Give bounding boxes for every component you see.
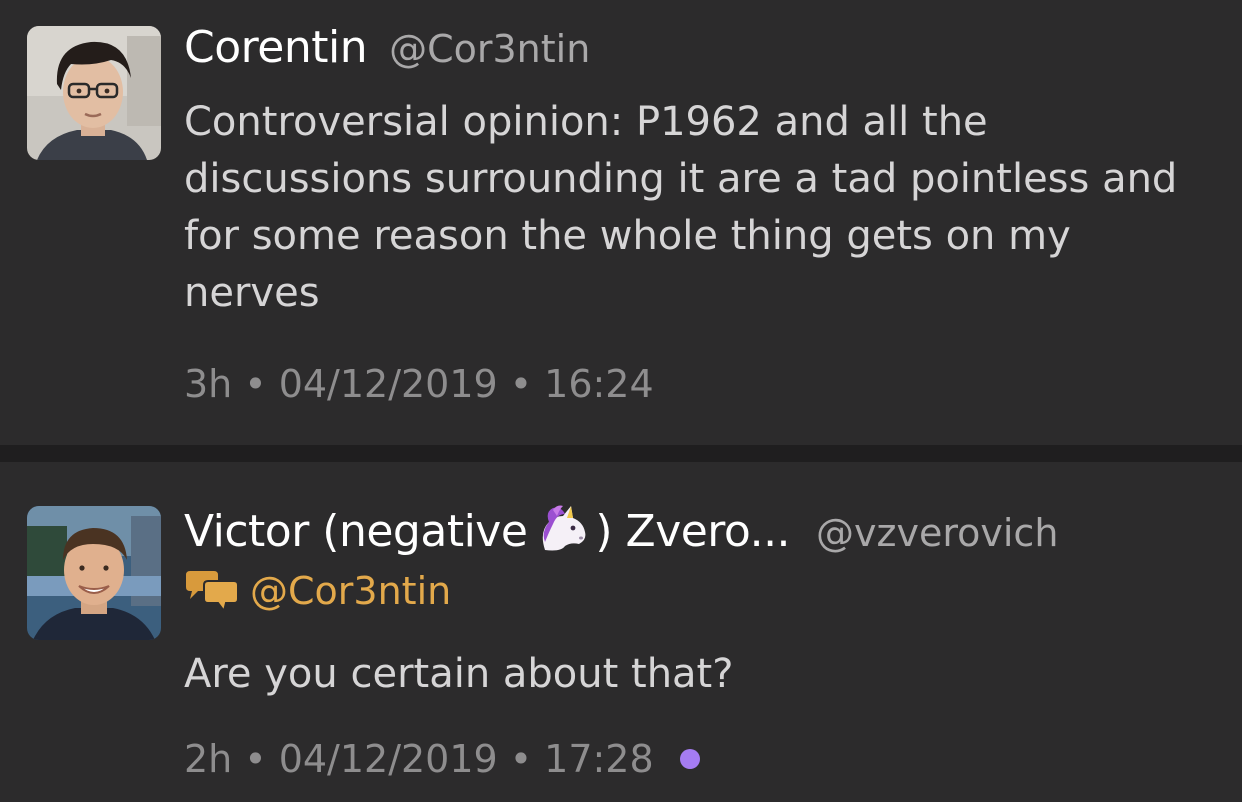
meta-separator: • (509, 362, 533, 406)
display-name[interactable]: Victor (negative ) Zvero... (184, 502, 791, 557)
avatar[interactable] (27, 26, 161, 160)
tweet-text: Controversial opinion: P1962 and all the… (184, 99, 1178, 316)
handle[interactable]: @vzverovich (816, 511, 1058, 555)
tweet-header: Corentin @Cor3ntin (184, 22, 1202, 82)
unread-dot-icon (679, 749, 700, 769)
display-name[interactable]: Corentin (184, 22, 368, 73)
reply-to-handle[interactable]: @Cor3ntin (250, 569, 451, 613)
tweet-date: 04/12/2019 (278, 737, 498, 781)
tweet-time: 16:24 (544, 362, 654, 406)
unicorn-icon (531, 502, 591, 554)
avatar-photo-icon (27, 506, 161, 640)
display-name-part: ) Zvero... (595, 506, 791, 557)
meta-separator: • (509, 737, 533, 781)
display-name-part: Victor (negative (184, 506, 528, 557)
tweet-meta: 2h • 04/12/2019 • 17:28 (184, 737, 1202, 781)
reply-context[interactable]: @Cor3ntin (184, 566, 1202, 616)
timeline: Corentin @Cor3ntin Controversial opinion… (0, 0, 1242, 802)
tweet-cell[interactable]: Victor (negative ) Zvero... @vzverovich (0, 462, 1242, 802)
relative-time: 2h (184, 737, 233, 781)
tweet-date: 04/12/2019 (278, 362, 498, 406)
tweet-content: Corentin @Cor3ntin Controversial opinion… (184, 22, 1202, 406)
meta-separator: • (244, 362, 267, 406)
tweet-header: Victor (negative ) Zvero... @vzverovich (184, 502, 1202, 562)
avatar-photo-icon (27, 26, 161, 160)
section-separator (0, 445, 1242, 462)
handle[interactable]: @Cor3ntin (389, 27, 590, 71)
tweet-cell[interactable]: Corentin @Cor3ntin Controversial opinion… (0, 0, 1242, 445)
tweet-text: Are you certain about that? (184, 651, 734, 697)
conversation-icon (184, 571, 240, 611)
tweet-meta: 3h • 04/12/2019 • 16:24 (184, 362, 1202, 406)
tweet-content: Victor (negative ) Zvero... @vzverovich (184, 502, 1202, 781)
relative-time: 3h (184, 362, 233, 406)
avatar[interactable] (27, 506, 161, 640)
tweet-time: 17:28 (544, 737, 654, 781)
meta-separator: • (244, 737, 267, 781)
